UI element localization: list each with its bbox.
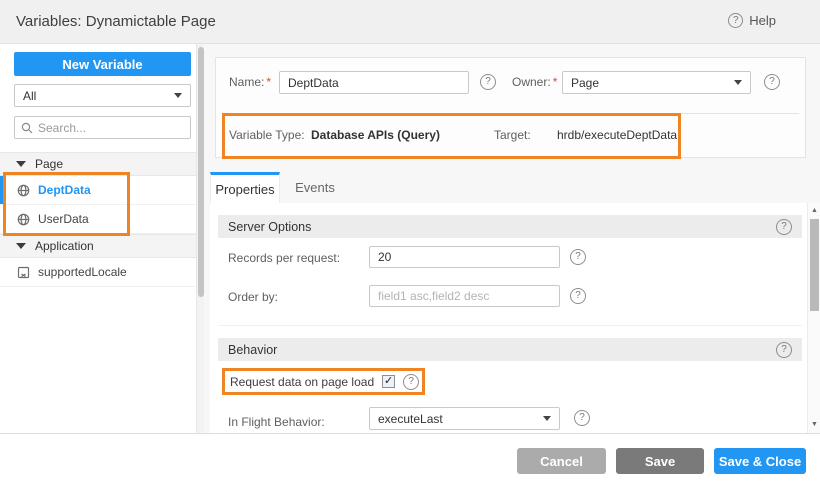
request-data-checkbox[interactable]: ✓ [382,375,395,388]
records-label: Records per request: [228,251,340,265]
inflight-help-icon[interactable]: ? [574,410,590,426]
tab-properties[interactable]: Properties [210,172,280,203]
owner-help-icon[interactable]: ? [764,74,780,90]
search-icon [21,122,33,134]
service-variable-icon [17,213,30,226]
tree-item-label: DeptData [38,183,91,197]
content-scrollbar-thumb[interactable] [810,219,819,311]
cancel-button[interactable]: Cancel [517,448,606,474]
required-asterisk: * [266,75,271,89]
owner-select[interactable]: Page [562,71,751,94]
required-asterisk: * [553,75,558,89]
name-input[interactable] [279,71,469,94]
caret-down-icon [16,243,26,249]
tree-group-label: Page [35,157,63,171]
variables-tree: Page DeptData UserData Application [0,152,196,287]
variable-filter-value: All [23,89,36,103]
new-variable-button[interactable]: New Variable [14,52,191,76]
caret-down-icon [16,161,26,167]
behavior-help-icon[interactable]: ? [776,342,792,358]
request-data-label: Request data on page load [230,375,374,389]
variables-dialog: Variables: Dynamictable Page ? Help New … [0,0,820,488]
inflight-select[interactable]: executeLast [369,407,560,430]
tree-item-userdata[interactable]: UserData [0,205,196,234]
server-options-title: Server Options [228,220,311,234]
inflight-label: In Flight Behavior: [228,415,325,429]
inflight-value: executeLast [378,412,443,426]
behavior-title: Behavior [228,343,277,357]
search-input[interactable] [38,121,178,135]
behavior-header: Behavior ? [218,338,802,361]
divider [218,325,802,326]
model-variable-icon [17,266,30,279]
dialog-footer: Cancel Save Save & Close [0,433,820,488]
save-close-button[interactable]: Save & Close [714,448,806,474]
name-owner-row: Name:* ? Owner:* Page ? [216,71,805,94]
content-scrollbar[interactable]: ▲ ▼ [807,203,820,433]
tree-group-page[interactable]: Page [0,152,196,176]
help-button[interactable]: ? Help [728,13,776,28]
tree-item-label: supportedLocale [38,265,127,279]
editor-tabs: Properties Events [210,172,350,203]
target-label: Target: [494,128,531,142]
server-options-header: Server Options ? [218,215,802,238]
request-data-help-icon[interactable]: ? [403,374,419,390]
properties-panel: Server Options ? Records per request: ? … [210,203,820,433]
variable-type-label: Variable Type: [229,128,305,142]
scroll-down-icon[interactable]: ▼ [808,419,820,431]
chevron-down-icon [174,93,182,98]
variable-filter-select[interactable]: All [14,84,191,107]
scroll-up-icon[interactable]: ▲ [808,205,820,217]
tree-item-label: UserData [38,212,89,226]
orderby-label: Order by: [228,290,278,304]
variable-summary-card: Name:* ? Owner:* Page ? Variable Type: D… [215,57,806,158]
owner-value: Page [571,76,599,90]
type-target-row: Variable Type: Database APIs (Query) Tar… [216,124,805,148]
orderby-help-icon[interactable]: ? [570,288,586,304]
name-label: Name:* [229,75,271,89]
chevron-down-icon [734,80,742,85]
tree-group-application[interactable]: Application [0,234,196,258]
tree-item-deptdata[interactable]: DeptData [0,176,196,205]
sidebar-scrollbar[interactable] [196,44,204,433]
orderby-input[interactable] [369,285,560,307]
chevron-down-icon [543,416,551,421]
tab-events[interactable]: Events [280,172,350,203]
variable-search-box[interactable] [14,116,191,139]
variables-sidebar: New Variable All Page DeptData [0,44,196,433]
save-button[interactable]: Save [616,448,704,474]
tree-item-supportedlocale[interactable]: supportedLocale [0,258,196,287]
request-data-row: Request data on page load ✓ ? [222,368,425,395]
records-input[interactable] [369,246,560,268]
dialog-header: Variables: Dynamictable Page ? Help [0,0,820,44]
records-help-icon[interactable]: ? [570,249,586,265]
target-value: hrdb/executeDeptData [557,128,677,142]
tree-group-label: Application [35,239,94,253]
name-help-icon[interactable]: ? [480,74,496,90]
help-label: Help [749,13,776,28]
variable-editor: Name:* ? Owner:* Page ? Variable Type: D… [204,44,820,433]
divider [223,113,799,114]
server-options-help-icon[interactable]: ? [776,219,792,235]
variable-type-value: Database APIs (Query) [311,128,440,142]
service-variable-icon [17,184,30,197]
help-question-icon: ? [728,13,743,28]
owner-label: Owner:* [512,75,557,89]
page-title: Variables: Dynamictable Page [16,13,216,30]
